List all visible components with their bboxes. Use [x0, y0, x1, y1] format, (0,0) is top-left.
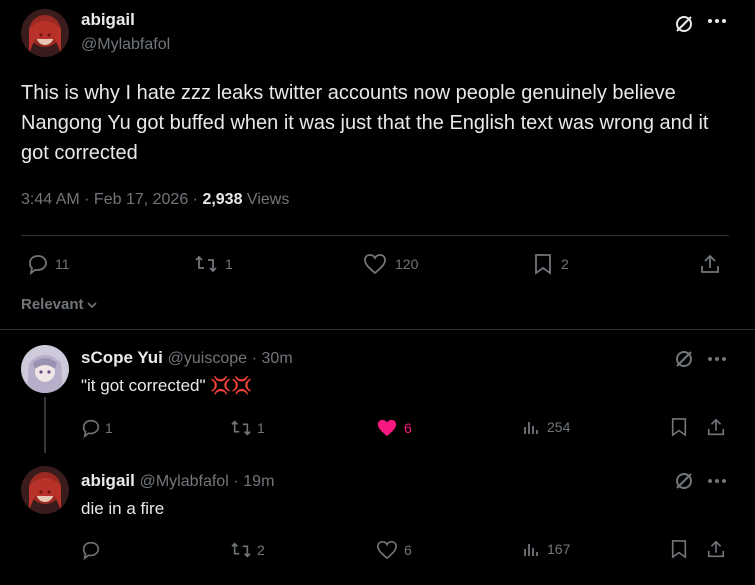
repost-button[interactable]: 1: [193, 253, 233, 275]
repost-icon: [231, 420, 251, 436]
sort-label: Relevant: [21, 296, 84, 313]
author-name[interactable]: abigail: [81, 10, 135, 30]
more-options-icon[interactable]: [707, 356, 727, 362]
reply-header: sCope Yui @yuiscope · 30m: [81, 348, 293, 368]
reply-time[interactable]: · 30m: [252, 350, 293, 367]
analytics-icon: [524, 544, 538, 556]
chevron-down-icon: [86, 301, 97, 308]
reply-author-handle[interactable]: @Mylabfafol: [140, 473, 229, 490]
bookmark-button[interactable]: [670, 539, 688, 564]
share-icon: [701, 254, 719, 273]
repost-icon: [231, 542, 251, 558]
share-icon: [707, 540, 725, 558]
heart-icon: [364, 254, 386, 275]
bookmark-icon: [535, 254, 551, 275]
repost-count: 2: [257, 542, 265, 558]
like-button[interactable]: 120: [363, 253, 418, 275]
reply-icon: [82, 419, 100, 438]
reply-header: abigail @Mylabfafol · 19m: [81, 471, 274, 491]
reply-icon: [29, 255, 47, 275]
repost-button[interactable]: 1: [229, 418, 265, 438]
reply-count: 1: [105, 420, 113, 436]
more-options-icon[interactable]: [707, 18, 727, 24]
like-count: 120: [395, 256, 419, 272]
author-handle[interactable]: @Mylabfafol: [81, 36, 170, 54]
post-text: This is why I hate zzz leaks twitter acc…: [21, 82, 709, 164]
reply-text: "it got corrected" 💢💢: [81, 376, 253, 395]
share-button[interactable]: [706, 417, 726, 442]
like-count: 6: [404, 420, 412, 436]
reply-button[interactable]: [81, 540, 105, 560]
reply-author-handle[interactable]: @yuiscope: [168, 350, 247, 367]
bookmark-button[interactable]: 2: [533, 253, 569, 275]
repost-count: 1: [225, 256, 233, 272]
grok-icon[interactable]: [673, 470, 695, 492]
avatar[interactable]: [21, 466, 69, 514]
sort-dropdown[interactable]: Relevant: [21, 296, 98, 313]
avatar[interactable]: [21, 9, 69, 57]
reply-time[interactable]: · 19m: [234, 473, 275, 490]
repost-count: 1: [257, 420, 265, 436]
heart-filled-icon: [377, 419, 397, 437]
reply-count: 11: [55, 256, 70, 272]
reply-author-name[interactable]: abigail: [81, 471, 135, 490]
bookmark-icon: [671, 418, 687, 437]
like-count: 6: [404, 542, 412, 558]
heart-icon: [377, 540, 397, 560]
reply-button[interactable]: 11: [27, 253, 70, 275]
analytics-icon: [524, 422, 538, 434]
views-count: 167: [547, 541, 571, 557]
post-meta: 3:44 AM · Feb 17, 2026 · 2,938 Views: [21, 191, 289, 209]
reply-button[interactable]: 1: [81, 418, 113, 438]
repost-icon: [195, 255, 217, 273]
grok-icon[interactable]: [673, 13, 695, 35]
repost-button[interactable]: 2: [229, 540, 265, 560]
views-count: 254: [547, 419, 571, 435]
share-icon: [707, 418, 725, 436]
reply-text: die in a fire: [81, 499, 165, 518]
reply-icon: [82, 541, 100, 560]
share-button[interactable]: [706, 539, 726, 564]
views-button[interactable]: 167: [523, 540, 570, 558]
bookmark-icon: [671, 540, 687, 559]
more-options-icon[interactable]: [707, 478, 727, 484]
bookmark-count: 2: [561, 256, 569, 272]
views-label: Views: [242, 191, 290, 208]
views-button[interactable]: 254: [523, 418, 570, 436]
reply-author-name[interactable]: sCope Yui: [81, 348, 163, 367]
like-button[interactable]: 6: [376, 540, 412, 560]
views-count: 2,938: [202, 191, 243, 208]
like-button[interactable]: 6: [376, 418, 412, 438]
avatar[interactable]: [21, 345, 69, 393]
share-button[interactable]: [699, 253, 721, 280]
timestamp[interactable]: 3:44 AM · Feb 17, 2026 ·: [21, 191, 202, 208]
grok-icon[interactable]: [673, 348, 695, 370]
bookmark-button[interactable]: [670, 417, 688, 442]
